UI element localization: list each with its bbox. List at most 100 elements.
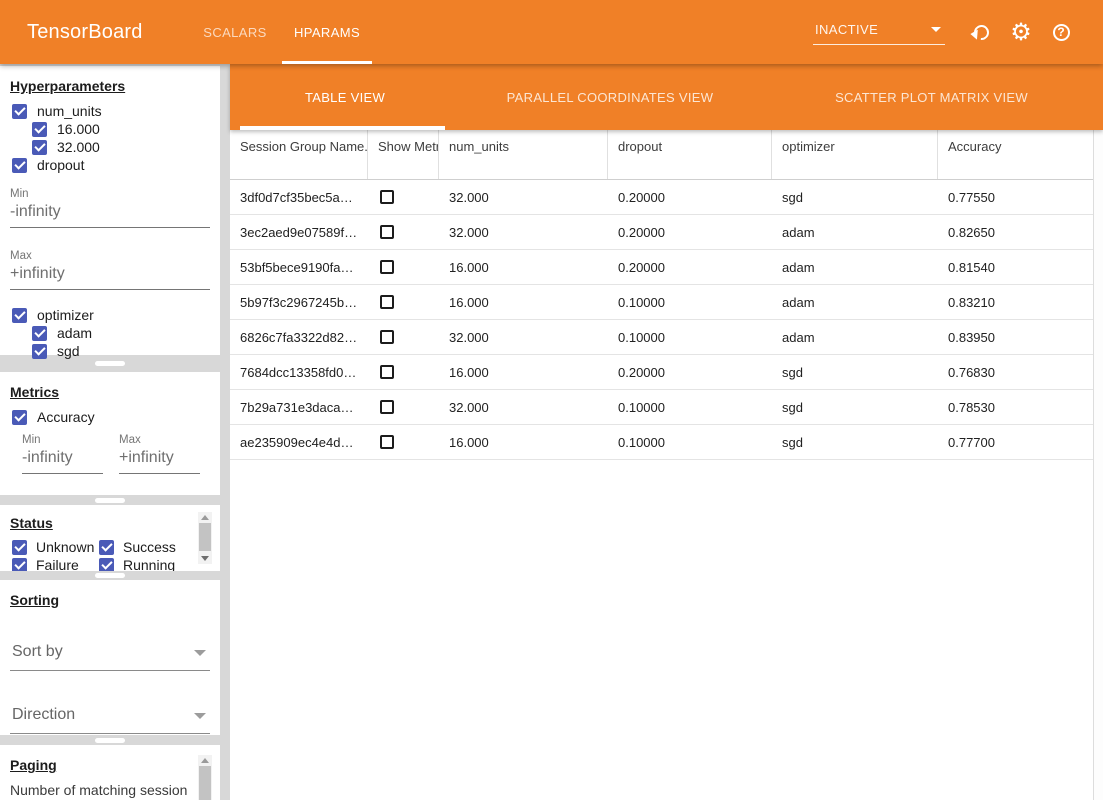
tab-scatter-plot-matrix-view[interactable]: SCATTER PLOT MATRIX VIEW	[760, 64, 1103, 130]
sort-by-value: Sort by	[12, 643, 63, 660]
metric-accuracy-row: Accuracy	[0, 408, 220, 426]
optimizer-value-row: adam	[0, 324, 220, 342]
show-metrics-checkbox[interactable]	[380, 330, 394, 344]
refresh-button[interactable]	[961, 25, 1001, 40]
num-units-value: 32.000	[439, 190, 608, 205]
accuracy-max-input[interactable]	[119, 446, 200, 474]
num-units-value: 16.000	[439, 260, 608, 275]
table-row: ae235909ec4e4d… 16.000 0.10000 sgd 0.777…	[230, 425, 1093, 460]
chevron-down-icon	[194, 650, 206, 656]
table-row: 5b97f3c2967245b… 16.000 0.10000 adam 0.8…	[230, 285, 1093, 320]
resize-handle[interactable]	[95, 498, 125, 503]
sorting-section: Sorting Sort by Direction	[0, 580, 220, 735]
scrollbar-thumb[interactable]	[199, 766, 211, 800]
help-button[interactable]: ?	[1041, 24, 1081, 41]
paging-summary: Number of matching session groups: 8	[10, 781, 192, 800]
session-name: 5b97f3c2967245b…	[230, 295, 368, 310]
scroll-up-icon[interactable]	[201, 758, 209, 763]
dropout-max-input[interactable]	[10, 262, 210, 290]
settings-button[interactable]: ⚙	[1001, 20, 1041, 44]
status-running: Running	[99, 557, 175, 571]
show-metrics-checkbox[interactable]	[380, 225, 394, 239]
accuracy-max-field: Max	[119, 434, 200, 474]
col-session-group-name: Session Group Name.	[230, 130, 368, 179]
reload-status-value: INACTIVE	[815, 22, 878, 37]
status-success: Success	[99, 539, 176, 555]
status-running-checkbox[interactable]	[99, 558, 114, 572]
tab-hparams[interactable]: HPARAMS	[281, 0, 373, 64]
tab-parallel-coordinates-view[interactable]: PARALLEL COORDINATES VIEW	[460, 64, 760, 130]
num-units-checkbox[interactable]	[12, 104, 27, 119]
show-metrics-checkbox[interactable]	[380, 260, 394, 274]
direction-select[interactable]: Direction	[10, 704, 210, 734]
optimizer-value: sgd	[772, 400, 938, 415]
accuracy-value: 0.81540	[938, 260, 1093, 275]
dropout-value: 0.10000	[608, 295, 772, 310]
accuracy-min-input[interactable]	[22, 446, 103, 474]
optimizer-label: optimizer	[37, 307, 94, 323]
sort-by-select[interactable]: Sort by	[10, 641, 210, 671]
scroll-down-icon[interactable]	[201, 556, 209, 561]
optimizer-adam-checkbox[interactable]	[32, 326, 47, 341]
tab-table-view[interactable]: TABLE VIEW	[230, 64, 460, 130]
num-units-16-checkbox[interactable]	[32, 122, 47, 137]
show-metrics-checkbox[interactable]	[380, 190, 394, 204]
num-units-value: 16.000	[439, 365, 608, 380]
status-unknown-checkbox[interactable]	[12, 540, 27, 555]
chevron-down-icon	[931, 27, 941, 32]
resize-handle[interactable]	[95, 573, 125, 578]
scroll-up-icon[interactable]	[201, 515, 209, 520]
help-icon: ?	[1053, 24, 1070, 41]
scrollbar-thumb[interactable]	[199, 523, 211, 551]
status-success-checkbox[interactable]	[99, 540, 114, 555]
status-failure-checkbox[interactable]	[12, 558, 27, 572]
optimizer-value: sgd	[772, 190, 938, 205]
resize-handle[interactable]	[95, 738, 125, 743]
hparams-sidebar: Hyperparameters num_units 16.000 32.000 …	[0, 64, 220, 800]
resize-handle[interactable]	[95, 361, 125, 366]
show-metrics-checkbox[interactable]	[380, 295, 394, 309]
optimizer-value: adam	[772, 295, 938, 310]
optimizer-sgd-label: sgd	[57, 343, 80, 359]
num-units-value: 32.000	[439, 330, 608, 345]
status-failure-label: Failure	[36, 557, 79, 571]
status-failure: Failure	[12, 557, 99, 571]
min-label: Min	[10, 188, 210, 200]
num-units-value: 32.000	[439, 225, 608, 240]
show-metrics-checkbox[interactable]	[380, 365, 394, 379]
dropout-value: 0.10000	[608, 435, 772, 450]
dropout-max-field: Max	[10, 250, 210, 290]
max-label: Max	[119, 434, 200, 446]
optimizer-sgd-checkbox[interactable]	[32, 344, 47, 359]
optimizer-value-row: sgd	[0, 342, 220, 360]
table-scrollbar-gutter[interactable]	[1093, 130, 1103, 800]
show-metrics-checkbox[interactable]	[380, 435, 394, 449]
num-units-32-checkbox[interactable]	[32, 140, 47, 155]
table-row: 7684dcc13358fd0… 16.000 0.20000 sgd 0.76…	[230, 355, 1093, 390]
optimizer-checkbox[interactable]	[12, 308, 27, 323]
accuracy-value: 0.76830	[938, 365, 1093, 380]
dropout-checkbox[interactable]	[12, 158, 27, 173]
num-units-32-label: 32.000	[57, 139, 100, 155]
session-name: 53bf5bece9190fa…	[230, 260, 368, 275]
reload-status-select[interactable]: INACTIVE	[813, 20, 945, 45]
session-name: 7b29a731e3daca…	[230, 400, 368, 415]
hparam-num-units-row: num_units	[0, 102, 220, 120]
col-optimizer: optimizer	[772, 130, 938, 179]
num-units-16-label: 16.000	[57, 121, 100, 137]
paging-scrollbar[interactable]	[198, 755, 212, 800]
accuracy-value: 0.83950	[938, 330, 1093, 345]
accuracy-checkbox[interactable]	[12, 410, 27, 425]
session-group-table-area: Session Group Name. Show Metrics num_uni…	[230, 130, 1103, 800]
table-header-row: Session Group Name. Show Metrics num_uni…	[230, 130, 1093, 180]
status-scrollbar[interactable]	[198, 512, 212, 564]
accuracy-value: 0.77550	[938, 190, 1093, 205]
table-row: 6826c7fa3322d82… 32.000 0.10000 adam 0.8…	[230, 320, 1093, 355]
app-title: TensorBoard	[27, 21, 143, 44]
num-units-label: num_units	[37, 103, 102, 119]
show-metrics-checkbox[interactable]	[380, 400, 394, 414]
tab-scalars[interactable]: SCALARS	[189, 0, 281, 64]
num-units-value-row: 32.000	[0, 138, 220, 156]
optimizer-value: adam	[772, 225, 938, 240]
dropout-min-input[interactable]	[10, 200, 210, 228]
